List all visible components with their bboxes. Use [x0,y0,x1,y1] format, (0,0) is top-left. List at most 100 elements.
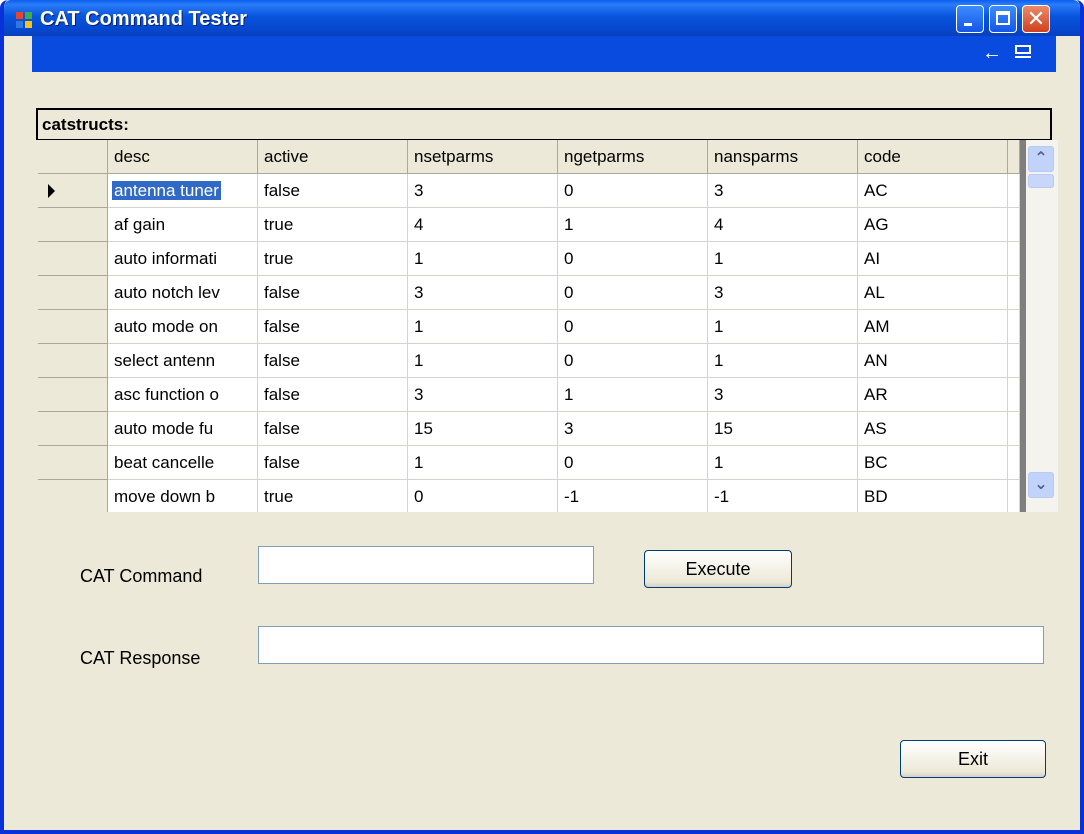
cell-active[interactable]: false [258,412,408,446]
row-header[interactable] [38,276,108,310]
cell-code[interactable]: AL [858,276,1008,310]
column-header-nsetparms[interactable]: nsetparms [408,140,558,174]
cell-active[interactable]: true [258,208,408,242]
cell-desc[interactable]: antenna tuner [108,174,258,208]
cell-ngetparms[interactable]: -1 [558,480,708,512]
cell-ngetparms[interactable]: 1 [558,378,708,412]
column-header-desc[interactable]: desc [108,140,258,174]
cell-ngetparms[interactable]: 3 [558,412,708,446]
cell-nsetparms[interactable]: 3 [408,276,558,310]
cell-nansparms[interactable]: 3 [708,276,858,310]
cell-code[interactable]: AI [858,242,1008,276]
cell-desc[interactable]: auto mode fu [108,412,258,446]
cell-ngetparms[interactable]: 0 [558,310,708,344]
table-row[interactable]: select antenn false 1 0 1 AN [38,344,1020,378]
cell-code[interactable]: BC [858,446,1008,480]
cell-nansparms[interactable]: 1 [708,446,858,480]
cell-nsetparms[interactable]: 3 [408,378,558,412]
cell-nansparms[interactable]: 4 [708,208,858,242]
cell-ngetparms[interactable]: 0 [558,344,708,378]
table-row[interactable]: asc function o false 3 1 3 AR [38,378,1020,412]
row-header[interactable] [38,378,108,412]
cell-nsetparms[interactable]: 1 [408,344,558,378]
table-row[interactable]: antenna tuner false 3 0 3 AC [38,174,1020,208]
cell-code[interactable]: BD [858,480,1008,512]
table-row[interactable]: af gain true 4 1 4 AG [38,208,1020,242]
cell-code[interactable]: AS [858,412,1008,446]
cat-command-input[interactable] [258,546,594,584]
row-header[interactable] [38,242,108,276]
cell-nansparms[interactable]: 3 [708,378,858,412]
cell-code[interactable]: AG [858,208,1008,242]
cell-active[interactable]: true [258,242,408,276]
cell-desc[interactable]: auto mode on [108,310,258,344]
cell-desc[interactable]: asc function o [108,378,258,412]
cat-response-output[interactable] [258,626,1044,664]
cell-active[interactable]: true [258,480,408,512]
exit-button[interactable]: Exit [900,740,1046,778]
close-button[interactable]: ✕ [1022,5,1050,33]
column-header-ngetparms[interactable]: ngetparms [558,140,708,174]
execute-button[interactable]: Execute [644,550,792,588]
table-row[interactable]: auto mode fu false 15 3 15 AS [38,412,1020,446]
cell-nansparms[interactable]: -1 [708,480,858,512]
cell-active[interactable]: false [258,378,408,412]
cell-nansparms[interactable]: 3 [708,174,858,208]
row-header[interactable] [38,174,108,208]
table-row[interactable]: auto notch lev false 3 0 3 AL [38,276,1020,310]
row-header[interactable] [38,480,108,512]
maximize-button[interactable] [989,5,1017,33]
cell-desc[interactable]: af gain [108,208,258,242]
cell-ngetparms[interactable]: 0 [558,174,708,208]
cell-nansparms[interactable]: 1 [708,344,858,378]
cell-nsetparms[interactable]: 1 [408,446,558,480]
cell-nsetparms[interactable]: 3 [408,174,558,208]
table-row[interactable]: beat cancelle false 1 0 1 BC [38,446,1020,480]
row-header[interactable] [38,310,108,344]
cell-nsetparms[interactable]: 1 [408,242,558,276]
minimize-button[interactable] [956,5,984,33]
vertical-scrollbar[interactable]: ⌃ ⌄ [1020,140,1058,512]
table-row[interactable]: auto informati true 1 0 1 AI [38,242,1020,276]
cell-desc[interactable]: auto notch lev [108,276,258,310]
data-grid[interactable]: desc active nsetparms ngetparms nansparm… [38,140,1058,512]
cell-desc[interactable]: auto informati [108,242,258,276]
cell-nsetparms[interactable]: 0 [408,480,558,512]
cell-ngetparms[interactable]: 0 [558,242,708,276]
cell-nansparms[interactable]: 1 [708,242,858,276]
cell-active[interactable]: false [258,344,408,378]
column-header-nansparms[interactable]: nansparms [708,140,858,174]
cell-active[interactable]: false [258,310,408,344]
back-arrow-icon[interactable]: ← [982,42,1002,65]
row-header[interactable] [38,208,108,242]
cell-active[interactable]: false [258,174,408,208]
scroll-thumb[interactable] [1028,174,1054,188]
cell-desc[interactable]: move down b [108,480,258,512]
scroll-down-button[interactable]: ⌄ [1028,472,1054,498]
cell-nsetparms[interactable]: 15 [408,412,558,446]
app-icon[interactable] [16,12,32,28]
table-row[interactable]: auto mode on false 1 0 1 AM [38,310,1020,344]
corner-header[interactable] [38,140,108,174]
scroll-up-button[interactable]: ⌃ [1028,146,1054,172]
table-row[interactable]: move down b true 0 -1 -1 BD [38,480,1020,512]
menu-icon[interactable] [1014,43,1034,63]
cell-active[interactable]: false [258,276,408,310]
row-header[interactable] [38,412,108,446]
cell-desc[interactable]: beat cancelle [108,446,258,480]
cell-code[interactable]: AN [858,344,1008,378]
cell-nsetparms[interactable]: 4 [408,208,558,242]
cell-nansparms[interactable]: 15 [708,412,858,446]
cell-active[interactable]: false [258,446,408,480]
cell-nansparms[interactable]: 1 [708,310,858,344]
cell-ngetparms[interactable]: 1 [558,208,708,242]
cell-code[interactable]: AC [858,174,1008,208]
cell-ngetparms[interactable]: 0 [558,276,708,310]
cell-code[interactable]: AR [858,378,1008,412]
row-header[interactable] [38,344,108,378]
cell-nsetparms[interactable]: 1 [408,310,558,344]
cell-code[interactable]: AM [858,310,1008,344]
column-header-code[interactable]: code [858,140,1008,174]
title-bar[interactable]: CAT Command Tester ✕ [4,0,1080,36]
column-header-active[interactable]: active [258,140,408,174]
